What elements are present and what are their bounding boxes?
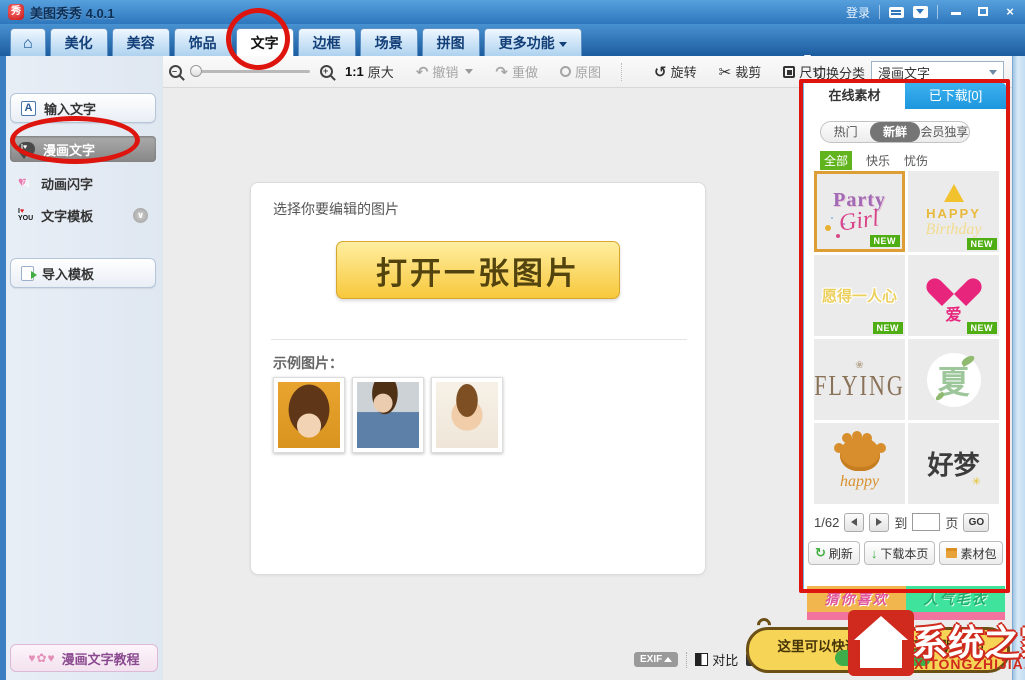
tab-border[interactable]: 边框	[298, 28, 356, 56]
sample-photo	[357, 382, 419, 448]
sample-photo	[436, 382, 498, 448]
divider	[271, 339, 687, 340]
login-link[interactable]: 登录	[846, 4, 870, 21]
redo-button[interactable]: ↷ 重做	[495, 62, 538, 81]
samples-label: 示例图片：	[273, 353, 343, 373]
crop-button[interactable]: ✂ 裁剪	[719, 62, 762, 81]
i-love-you-icon: I♥YOU	[18, 208, 33, 222]
zoom-slider[interactable]	[192, 70, 310, 73]
divider	[879, 5, 880, 19]
original-icon	[560, 66, 571, 77]
divider	[686, 652, 687, 668]
chevron-down-icon	[559, 42, 567, 47]
paw-hearts-icon: ♥✿♥	[28, 651, 55, 665]
card-heading: 选择你要编辑的图片	[273, 199, 399, 219]
zoom-in-icon[interactable]: +	[320, 65, 333, 78]
resize-icon	[783, 66, 795, 78]
zoom-ratio[interactable]: 1:1	[345, 64, 364, 79]
bubble-action-button[interactable]	[835, 650, 931, 666]
flash-heart-icon	[18, 177, 33, 190]
open-image-card: 选择你要编辑的图片 打开一张图片 示例图片：	[250, 182, 706, 575]
nav-bar: ⌂ 美化 美容 饰品 文字 边框 场景 拼图 更多功能 打开 + 新建 保存与分…	[0, 24, 1025, 56]
app-logo-icon: 秀	[8, 4, 24, 20]
tab-scene[interactable]: 场景	[360, 28, 418, 56]
bubble-tail	[754, 615, 774, 635]
compare-icon	[695, 653, 708, 666]
undo-button[interactable]: ↶ 撤销	[416, 62, 474, 81]
import-icon	[21, 266, 34, 281]
title-bar: 秀 美图秀秀 4.0.1 登录 ×	[0, 0, 1025, 24]
message-icon[interactable]	[913, 6, 928, 18]
maximize-button[interactable]	[974, 0, 992, 24]
sample-image-3[interactable]	[431, 377, 503, 453]
annotation-ellipse-comic-text	[10, 116, 140, 164]
undo-icon: ↶	[416, 63, 429, 81]
app-window: 秀 美图秀秀 4.0.1 登录 × ⌂ 美化 美容 饰品 文字 边框 场景 拼图…	[0, 0, 1025, 680]
app-title: 美图秀秀 4.0.1	[30, 3, 115, 22]
open-image-button[interactable]: 打开一张图片	[336, 241, 620, 299]
zoom-ratio-label: 原大	[368, 62, 394, 81]
annotation-circle-text-tab	[226, 8, 290, 70]
redo-icon: ↷	[495, 63, 508, 81]
rotate-button[interactable]: ↺ 旋转	[654, 62, 697, 81]
banner-stripe	[807, 612, 1005, 620]
tab-home[interactable]: ⌂	[10, 28, 46, 56]
chevron-down-icon[interactable]: ∨	[133, 208, 148, 223]
feedback-icon[interactable]	[889, 7, 904, 18]
exif-button[interactable]: EXIF	[634, 652, 678, 667]
zoom-slider-handle[interactable]	[190, 65, 202, 77]
home-icon: ⌂	[23, 35, 33, 52]
tab-cosmetic[interactable]: 美容	[112, 28, 170, 56]
sidebar-item-text-template[interactable]: I♥YOU 文字模板 ∨	[10, 202, 156, 228]
divider	[621, 63, 622, 81]
status-bar: EXIF 对比	[634, 650, 762, 669]
close-button[interactable]: ×	[1001, 0, 1019, 24]
import-template-button[interactable]: 导入模板	[10, 258, 156, 288]
minimize-button[interactable]	[947, 0, 965, 24]
compare-button[interactable]: 对比	[695, 650, 738, 669]
sample-image-2[interactable]	[352, 377, 424, 453]
triangle-up-icon	[664, 657, 672, 662]
sample-photo	[278, 382, 340, 448]
chevron-down-icon	[989, 70, 997, 75]
tab-accessory[interactable]: 饰品	[174, 28, 232, 56]
tab-beautify[interactable]: 美化	[50, 28, 108, 56]
rotate-icon: ↺	[654, 63, 667, 81]
annotation-rect-material-panel	[799, 79, 1010, 593]
tab-more[interactable]: 更多功能	[484, 28, 582, 56]
window-edge-scroll-strip[interactable]	[1012, 56, 1025, 680]
comic-text-tutorial-button[interactable]: ♥✿♥ 漫画文字教程	[10, 644, 158, 672]
divider	[937, 5, 938, 19]
zoom-out-icon[interactable]: –	[169, 65, 182, 78]
share-tip-bubble: 这里可以快速把图片分享给朋友哦!	[746, 627, 1010, 673]
original-view-button[interactable]: 原图	[560, 62, 601, 81]
tab-collage[interactable]: 拼图	[422, 28, 480, 56]
chevron-down-icon[interactable]	[465, 69, 473, 74]
text-input-icon: A	[21, 101, 36, 116]
sidebar-item-flash-text[interactable]: 动画闪字	[10, 170, 156, 196]
sample-image-1[interactable]	[273, 377, 345, 453]
scissors-icon: ✂	[719, 63, 732, 81]
